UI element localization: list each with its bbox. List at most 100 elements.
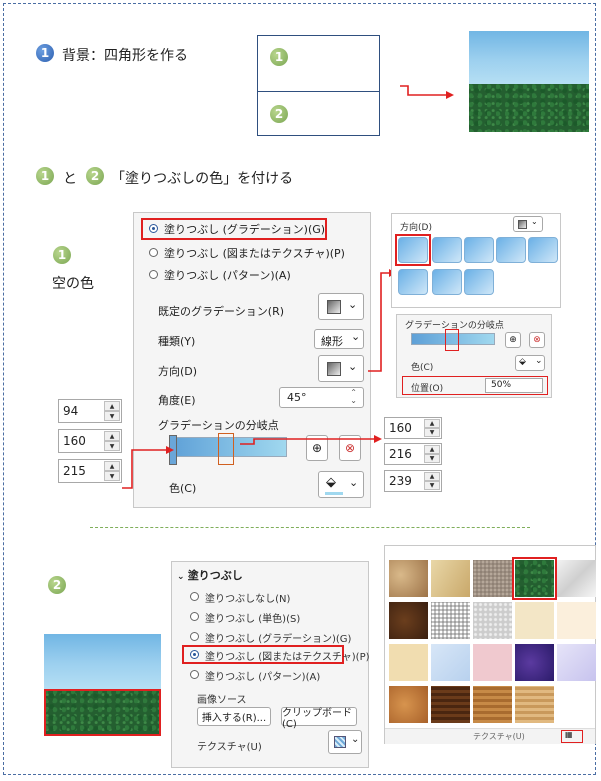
radio-pattern[interactable] [190, 670, 199, 679]
up-arrow-icon[interactable]: ▲ [104, 461, 120, 471]
direction-mini-dropdown[interactable]: ⌄ [513, 216, 543, 232]
up-arrow-icon[interactable]: ▲ [424, 419, 440, 428]
spinner-buttons[interactable]: ▲ ▼ [424, 419, 440, 437]
step-number-badge: 1 [36, 44, 54, 62]
angle-spinner[interactable]: 45° ⌃ ⌄ [279, 387, 364, 408]
radio-picture[interactable] [190, 650, 199, 659]
texture-mini-dropdown[interactable]: ▦ [561, 730, 583, 743]
insert-button[interactable]: 挿入する(R)... [197, 707, 271, 726]
texture-blue-tissue[interactable] [431, 644, 470, 681]
down-arrow-icon[interactable]: ▼ [104, 441, 120, 451]
direction-option[interactable] [432, 269, 462, 295]
gradient-swatch-icon [518, 220, 527, 229]
direction-option[interactable] [496, 237, 526, 263]
chevron-down-icon: ⌄ [177, 572, 188, 582]
up-arrow-icon[interactable]: ▲ [424, 445, 440, 454]
texture-white-marble[interactable] [557, 560, 596, 597]
blue-spinner[interactable]: 215 ▲ ▼ [58, 459, 122, 483]
texture-beige[interactable] [389, 644, 428, 681]
spinner-arrows-icon[interactable]: ⌃ ⌄ [350, 389, 357, 405]
selected-stop-handle[interactable] [445, 329, 459, 351]
texture-cork[interactable] [389, 686, 428, 723]
chevron-down-icon [351, 330, 360, 343]
sky-area [469, 31, 589, 84]
down-arrow-icon[interactable]: ▼ [424, 481, 440, 490]
stop-color-dropdown[interactable]: ⬙ ⌄ [515, 355, 545, 371]
texture-granite[interactable] [431, 602, 470, 639]
chevron-down-icon: ⌄ [531, 217, 538, 226]
direction-option[interactable] [464, 269, 494, 295]
texture-medium-wood[interactable] [473, 686, 512, 723]
stop-detail-popup: グラデーションの分岐点 ⊕ ⊗ 色(C) ⬙ ⌄ 位置(O) 50% [396, 314, 552, 398]
radio-none[interactable] [190, 592, 199, 601]
conjunction-text: と [63, 171, 77, 187]
down-arrow-icon[interactable]: ▼ [424, 428, 440, 437]
chevron-down-icon [348, 298, 357, 311]
radio-pattern[interactable] [149, 270, 158, 279]
type-label: 種類(Y) [158, 335, 196, 348]
rectangle-diagram: 1 2 [257, 35, 380, 136]
texture-walnut[interactable] [389, 602, 428, 639]
texture-light-wood[interactable] [515, 686, 554, 723]
spinner-buttons[interactable]: ▲ ▼ [424, 445, 440, 463]
down-arrow-icon[interactable]: ▼ [104, 411, 120, 421]
texture-pink-tissue[interactable] [473, 644, 512, 681]
down-arrow-icon[interactable]: ▼ [104, 471, 120, 481]
fill-header-text: 塗りつぶし [187, 569, 243, 582]
color-dropdown[interactable]: ⬙ [318, 471, 364, 498]
texture-denim[interactable] [473, 560, 512, 597]
option-gradient-label: 塗りつぶし (グラデーション)(G) [164, 223, 326, 236]
highlight-box [395, 234, 431, 266]
radio-solid[interactable] [190, 612, 199, 621]
green-spinner[interactable]: 160 ▲ ▼ [58, 429, 122, 453]
texture-sand[interactable] [515, 602, 554, 639]
texture-newsprint[interactable] [473, 602, 512, 639]
radio-gradient[interactable] [190, 632, 199, 641]
spinner-buttons[interactable]: ▲ ▼ [424, 472, 440, 490]
direction-option[interactable] [398, 269, 428, 295]
badge-number: 1 [57, 248, 67, 262]
direction-dropdown[interactable] [318, 355, 364, 382]
down-arrow-icon[interactable]: ▼ [424, 454, 440, 463]
arrow-icon [400, 85, 454, 99]
texture-papyrus[interactable] [389, 560, 428, 597]
up-arrow-icon[interactable]: ▲ [104, 401, 120, 411]
direction-option[interactable] [464, 237, 494, 263]
radio-picture[interactable] [149, 248, 158, 257]
direction-option[interactable] [528, 237, 558, 263]
up-arrow-icon[interactable]: ▲ [424, 472, 440, 481]
badge-number: 2 [274, 107, 284, 121]
step-number-badge: 1 [53, 246, 71, 264]
badge-number: 2 [90, 169, 100, 183]
angle-label: 角度(E) [158, 394, 196, 407]
blue-spinner[interactable]: 239 ▲ ▼ [384, 470, 442, 492]
direction-option[interactable] [432, 237, 462, 263]
texture-canvas[interactable] [431, 560, 470, 597]
step-number-badge: 1 [270, 48, 288, 66]
texture-purple-mesh[interactable] [515, 644, 554, 681]
green-spinner[interactable]: 216 ▲ ▼ [384, 443, 442, 465]
spinner-buttons[interactable]: ▲ ▼ [104, 461, 120, 481]
spinner-buttons[interactable]: ▲ ▼ [104, 401, 120, 421]
texture-parchment[interactable] [557, 602, 596, 639]
add-stop-button[interactable]: ⊕ [505, 332, 521, 348]
up-arrow-icon[interactable]: ▲ [104, 431, 120, 441]
type-value: 線形 [321, 335, 343, 348]
gradient-swatch-icon [327, 300, 341, 314]
remove-stop-button[interactable]: ⊗ [529, 332, 545, 348]
type-dropdown[interactable]: 線形 [314, 329, 364, 349]
position-spinner[interactable]: 50% [485, 378, 543, 393]
red-spinner[interactable]: 94 ▲ ▼ [58, 399, 122, 423]
texture-bouquet[interactable] [557, 644, 596, 681]
step-number-badge: 1 [36, 167, 54, 185]
radio-gradient[interactable] [149, 224, 158, 233]
texture-dropdown[interactable]: ⌄ [328, 730, 362, 754]
texture-swatch-icon: ▦ [565, 730, 573, 739]
preset-gradient-dropdown[interactable] [318, 293, 364, 320]
red-spinner[interactable]: 160 ▲ ▼ [384, 417, 442, 439]
spinner-buttons[interactable]: ▲ ▼ [104, 431, 120, 451]
texture-oak[interactable] [431, 686, 470, 723]
clipboard-button[interactable]: クリップボード(C) [281, 707, 357, 730]
fill-section-header[interactable]: ⌄ 塗りつぶし [177, 567, 243, 583]
selected-stop-handle[interactable] [218, 433, 234, 465]
